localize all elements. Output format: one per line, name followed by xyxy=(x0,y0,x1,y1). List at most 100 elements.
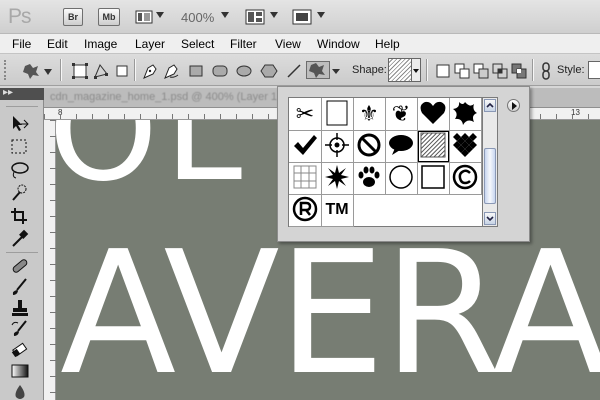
quick-selection-tool[interactable] xyxy=(8,183,32,203)
shape-cell-copyright[interactable] xyxy=(449,162,482,195)
shape-cell-heart[interactable] xyxy=(417,98,450,131)
paths-button[interactable] xyxy=(91,61,111,79)
crop-tool[interactable] xyxy=(8,206,32,226)
shape-cell-blank-page[interactable] xyxy=(321,98,354,131)
custom-shape-tool-button[interactable] xyxy=(306,61,330,79)
shape-cell-diamond-grid[interactable] xyxy=(449,130,482,163)
scroll-up-button[interactable] xyxy=(484,99,496,112)
menu-window[interactable]: Window xyxy=(317,37,360,51)
rectangular-marquee-tool[interactable] xyxy=(8,137,32,157)
tool-preset-caret[interactable] xyxy=(44,69,52,75)
blur-tool[interactable] xyxy=(8,382,32,400)
shape-picker-scrollbar[interactable] xyxy=(483,97,498,227)
paw-print-icon xyxy=(356,164,382,193)
shape-cell-paw-print[interactable] xyxy=(353,162,386,195)
brush-tool[interactable] xyxy=(8,277,32,297)
rectangle-tool-button[interactable] xyxy=(186,61,206,79)
zoom-level[interactable]: 400% xyxy=(181,10,214,25)
screen-mode-icon xyxy=(292,9,312,25)
shape-picker-toggle[interactable] xyxy=(412,58,421,82)
subtract-shape-icon xyxy=(473,63,489,79)
scroll-down-button[interactable] xyxy=(484,212,496,225)
intersect-shape-areas-button[interactable] xyxy=(490,61,510,79)
shape-cell-trademark[interactable]: TM xyxy=(321,194,354,227)
shape-cell-registered[interactable] xyxy=(289,194,322,227)
menu-view[interactable]: View xyxy=(275,37,301,51)
exclude-overlapping-shape-areas-button[interactable] xyxy=(509,61,529,79)
polygon-tool-button[interactable] xyxy=(259,61,279,79)
shape-cell-crosshair[interactable] xyxy=(321,130,354,163)
gradient-tool[interactable] xyxy=(8,361,32,381)
screen-mode-dropdown-caret[interactable] xyxy=(317,12,325,18)
add-to-shape-area-button[interactable] xyxy=(452,61,472,79)
spot-healing-brush-tool[interactable] xyxy=(8,256,32,276)
style-picker-swatch[interactable] xyxy=(588,61,600,79)
menu-edit[interactable]: Edit xyxy=(47,37,68,51)
eraser-icon xyxy=(11,342,28,358)
diamond-grid-icon xyxy=(452,132,478,161)
eyedropper-tool[interactable] xyxy=(8,229,32,249)
clone-stamp-tool[interactable] xyxy=(8,298,32,318)
shape-cell-prohibited[interactable] xyxy=(353,130,386,163)
crosshair-icon xyxy=(324,132,350,161)
geometry-options-caret[interactable] xyxy=(332,69,340,74)
shape-cell-checkmark[interactable] xyxy=(289,130,322,163)
launch-bridge-button[interactable]: Br xyxy=(63,8,83,26)
shape-cell-starburst[interactable] xyxy=(321,162,354,195)
lasso-icon xyxy=(11,162,29,179)
screen-mode-button[interactable] xyxy=(292,8,312,26)
shape-layers-button[interactable] xyxy=(70,61,90,79)
square-outline-icon xyxy=(420,164,446,193)
create-new-shape-layer-button[interactable] xyxy=(433,61,453,79)
history-brush-tool[interactable] xyxy=(8,319,32,339)
history-brush-icon xyxy=(11,320,27,336)
ink-splat-icon xyxy=(452,100,478,129)
lasso-tool[interactable] xyxy=(8,160,32,180)
copyright-icon xyxy=(452,164,478,193)
arrange-documents-button[interactable] xyxy=(245,8,265,26)
shape-cell-speech-bubble[interactable] xyxy=(385,130,418,163)
launch-mini-bridge-button[interactable]: Mb xyxy=(98,8,120,26)
shape-picker-menu-button[interactable] xyxy=(507,99,520,112)
blank-page-icon xyxy=(326,100,348,129)
zoom-dropdown-caret[interactable] xyxy=(221,12,229,18)
shape-cell-square-outline[interactable] xyxy=(417,162,450,195)
shape-cell-fleur-de-lis[interactable]: ⚜ xyxy=(353,98,386,131)
menu-image[interactable]: Image xyxy=(84,37,117,51)
line-tool-button[interactable] xyxy=(284,61,304,79)
tools-panel-header[interactable]: ▸▸ xyxy=(0,87,44,100)
shape-cell-ornament[interactable]: ❦ xyxy=(385,98,418,131)
shape-cell-hatched-square[interactable] xyxy=(417,130,450,163)
menu-file[interactable]: File xyxy=(12,37,31,51)
pen-tool-button[interactable] xyxy=(140,61,160,79)
shape-cell-scissors[interactable]: ✂ xyxy=(289,98,322,131)
link-style-button[interactable] xyxy=(538,61,552,80)
freeform-pen-tool-button[interactable] xyxy=(161,61,181,79)
fill-pixels-button[interactable] xyxy=(112,61,132,79)
view-extras-dropdown-caret[interactable] xyxy=(156,12,164,18)
eraser-tool[interactable] xyxy=(8,340,32,360)
expand-panel-icon[interactable]: ▸▸ xyxy=(3,87,13,98)
options-bar-grip[interactable] xyxy=(4,60,10,80)
menu-layer[interactable]: Layer xyxy=(135,37,165,51)
rounded-rectangle-tool-button[interactable] xyxy=(210,61,230,79)
separator xyxy=(6,106,38,107)
chevron-down-icon xyxy=(486,216,494,222)
subtract-from-shape-area-button[interactable] xyxy=(471,61,491,79)
view-extras-button[interactable] xyxy=(135,8,153,26)
shape-cell-circle-outline[interactable] xyxy=(385,162,418,195)
ellipse-tool-button[interactable] xyxy=(234,61,254,79)
move-tool[interactable] xyxy=(8,114,32,134)
blur-drop-icon xyxy=(15,385,25,399)
menu-help[interactable]: Help xyxy=(375,37,400,51)
shape-picker-swatch[interactable] xyxy=(388,58,412,82)
menu-filter[interactable]: Filter xyxy=(230,37,257,51)
vertical-ruler[interactable] xyxy=(44,120,56,400)
shape-cell-ink-splat[interactable] xyxy=(449,98,482,131)
tool-preset-picker[interactable] xyxy=(20,61,40,79)
arrange-dropdown-caret[interactable] xyxy=(270,12,278,18)
separator xyxy=(427,59,428,81)
scroll-thumb[interactable] xyxy=(484,148,496,204)
menu-select[interactable]: Select xyxy=(181,37,214,51)
shape-cell-grid[interactable] xyxy=(289,162,322,195)
